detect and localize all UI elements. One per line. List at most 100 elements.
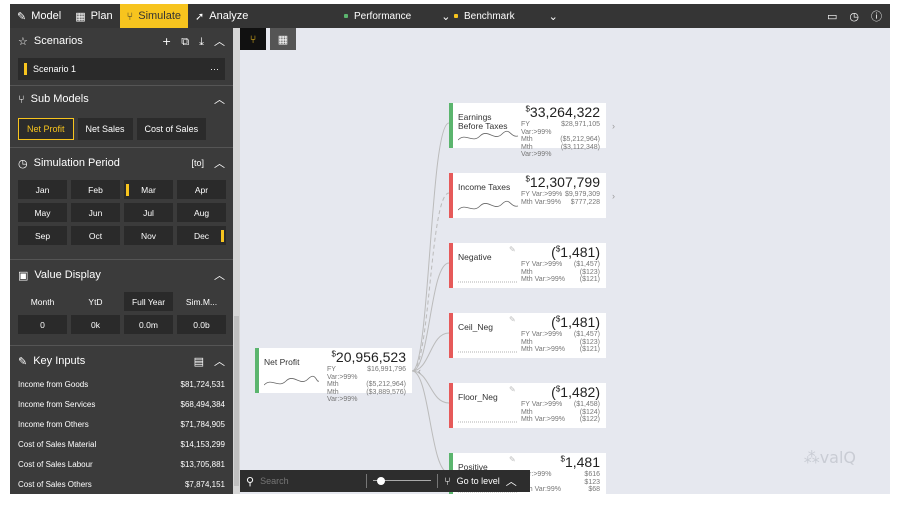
node-card[interactable]: Floor_Neg ($1,482) FY Var:>99% ($1,458) Mt… (449, 383, 606, 428)
collapse-icon[interactable]: ︿ (214, 94, 225, 105)
submodel-net-profit[interactable]: Net Profit (18, 118, 74, 140)
benchmark-select[interactable]: Benchmark ⌄ (454, 11, 558, 22)
key-inputs-section: ✎ Key Inputs ▤ ︿ Income from Goods $81,72… (10, 348, 233, 494)
submodel-cost-of-sales[interactable]: Cost of Sales (136, 118, 207, 140)
node-net-profit[interactable]: Net Profit $20,956,523 FY Var:>99% $16,99… (255, 348, 421, 403)
node-card[interactable]: Ceil_Neg ($1,481) FY Var:>99% ($1,457) Mth… (449, 313, 606, 358)
month-sep[interactable]: Sep (18, 226, 67, 245)
submodel-net-sales[interactable]: Net Sales (77, 118, 133, 140)
display-ytd-value[interactable]: 0k (71, 315, 120, 334)
table-icon: ▦ (75, 9, 86, 23)
expand-node-icon[interactable]: › (612, 191, 615, 201)
tree-canvas: ⑂ ▦ Net Profit $20,956,523 FY Var:>99% $1… (240, 28, 890, 494)
slider-handle[interactable] (377, 477, 386, 485)
sparkline (458, 130, 519, 141)
node-details: FY Var:>99% ($1,458) Mth ($124) Mth Var:>99%… (521, 401, 600, 423)
edit-icon[interactable]: ✎ (509, 245, 516, 254)
month-mar[interactable]: Mar (124, 180, 173, 199)
node-card[interactable]: Income Taxes $12,307,799 FY Var:>99% $9,9… (449, 173, 615, 218)
display-fullyear-value[interactable]: 0.0m (124, 315, 173, 334)
node-card[interactable]: Earnings Before Taxes $33,264,322 FY Var… (449, 103, 615, 158)
comment-icon[interactable]: ▭ (827, 11, 837, 22)
expand-node-icon[interactable]: › (612, 121, 615, 131)
display-ytd-header: YtD (71, 292, 120, 311)
chevron-down-icon: ⌄ (441, 9, 451, 23)
collapse-icon[interactable]: ︿ (214, 36, 225, 47)
key-input-row[interactable]: Income from Services $68,494,384 (10, 394, 233, 414)
month-apr[interactable]: Apr (177, 180, 226, 199)
key-inputs-header: ✎ Key Inputs ▤ ︿ (18, 354, 225, 368)
key-input-row[interactable]: Cost of Sales Material $14,153,299 (10, 434, 233, 454)
month-oct[interactable]: Oct (71, 226, 120, 245)
month-jan[interactable]: Jan (18, 180, 67, 199)
node-value: ($1,481) (551, 244, 600, 260)
edit-icon[interactable]: ✎ (509, 315, 516, 324)
nav-model[interactable]: ✎ Model (10, 4, 68, 28)
sparkline (458, 200, 519, 211)
sparkline (264, 375, 319, 386)
display-sim-value[interactable]: 0.0b (177, 315, 226, 334)
pencil-icon: ✎ (18, 354, 28, 368)
display-sim-header: Sim.M... (177, 292, 226, 311)
scenario-item[interactable]: Scenario 1 ··· (18, 58, 225, 80)
range-toggle[interactable]: [to] (191, 158, 204, 168)
goto-level-button[interactable]: Go to level (457, 476, 500, 486)
month-nov[interactable]: Nov (124, 226, 173, 245)
node-details: FY Var:>99% $16,991,796 Mth ($5,212,964) M… (327, 366, 406, 403)
range-start-marker[interactable] (126, 183, 129, 196)
node-value: $1,481 (560, 454, 601, 470)
nav-plan[interactable]: ▦ Plan (68, 4, 119, 28)
month-dec[interactable]: Dec (177, 226, 226, 245)
performance-select[interactable]: Performance ⌄ (344, 11, 450, 22)
range-end-marker[interactable] (221, 229, 224, 242)
submodels-section: ⑂ Sub Models ︿ Net Profit Net Sales Cost… (10, 86, 233, 148)
month-feb[interactable]: Feb (71, 180, 120, 199)
submodel-icon: ⑂ (18, 92, 25, 106)
search-icon: ⚲ (246, 474, 255, 488)
add-icon[interactable]: + (162, 36, 171, 47)
key-input-row[interactable]: Income from Others $71,784,905 (10, 414, 233, 434)
nav-analyze[interactable]: ➚ Analyze (188, 4, 255, 28)
copy-icon[interactable]: ⧉ (181, 36, 189, 47)
month-jun[interactable]: Jun (71, 203, 120, 222)
download-icon[interactable]: ⤓ (199, 36, 204, 47)
selected-marker (24, 63, 27, 75)
edit-icon[interactable]: ✎ (509, 455, 516, 464)
collapse-icon[interactable]: ︿ (214, 270, 225, 281)
display-fullyear-header[interactable]: Full Year (124, 292, 173, 311)
search-input[interactable] (260, 476, 361, 486)
divider (366, 474, 368, 488)
display-month-value[interactable]: 0 (18, 315, 67, 334)
node-card[interactable]: Negative ($1,481) FY Var:>99% ($1,457) Mth… (449, 243, 606, 288)
month-jul[interactable]: Jul (124, 203, 173, 222)
edit-icon[interactable]: ✎ (509, 385, 516, 394)
node-value: $20,956,523 (331, 349, 406, 365)
key-input-row[interactable]: Income from Goods $81,724,531 (10, 374, 233, 394)
sidebar: ☆ Scenarios + ⧉ ⤓ ︿ Scenario 1 ··· ⑂ Sub… (10, 28, 233, 494)
value-display-header: ▣ Value Display ︿ (18, 268, 225, 282)
collapse-node-icon[interactable]: ‹ (418, 366, 421, 376)
key-input-row[interactable]: Cost of Sales Labour $13,705,881 (10, 454, 233, 474)
sidebar-scrollbar[interactable] (233, 28, 240, 494)
node-name: Net Profit (264, 357, 300, 367)
nav-simulate[interactable]: ⑂ Simulate (119, 4, 189, 28)
key-input-row[interactable]: Cost of Sales Others $7,874,151 (10, 474, 233, 494)
edit-list-icon[interactable]: ▤ (194, 356, 204, 367)
sparkline (458, 281, 518, 283)
help-icon[interactable]: ⓘ (871, 11, 882, 22)
clock-icon[interactable]: ◷ (849, 11, 859, 22)
zoom-slider[interactable] (373, 476, 432, 486)
more-icon[interactable]: ··· (210, 64, 219, 74)
node-value: $33,264,322 (525, 104, 600, 120)
scrollbar-thumb[interactable] (234, 316, 239, 486)
collapse-icon[interactable]: ︿ (214, 158, 225, 169)
month-aug[interactable]: Aug (177, 203, 226, 222)
chevron-up-icon[interactable]: ︿ (506, 476, 517, 487)
bottom-toolbar: ⚲ ⑂ Go to level ︿ (240, 470, 530, 492)
simulation-period-header: ◷ Simulation Period [to] ︿ (18, 156, 225, 170)
node-name: Income Taxes (458, 182, 511, 192)
node-value: ($1,481) (551, 314, 600, 330)
collapse-icon[interactable]: ︿ (214, 356, 225, 367)
node-details: Var:>99% $616 $123 Mth Var:99% $68 (521, 471, 600, 493)
month-may[interactable]: May (18, 203, 67, 222)
